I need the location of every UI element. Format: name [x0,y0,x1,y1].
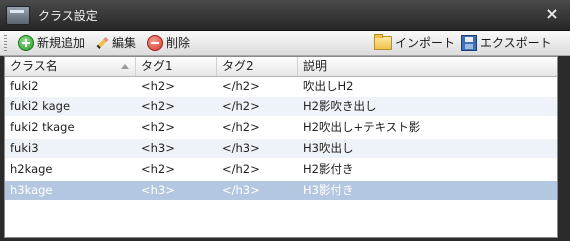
import-button-label: インポート [395,36,456,50]
column-header-tag1[interactable]: タグ1 [136,57,217,76]
table-row-selected[interactable]: h3kage <h3> </h3> H3影付き [5,181,557,200]
column-header-label: タグ1 [141,59,173,73]
edit-button-label: 編集 [112,36,137,50]
cell-tag2: </h2> [222,162,260,176]
cell-tag1: <h3> [141,183,175,197]
column-header-label: クラス名 [10,59,58,73]
cell-tag2: </h2> [222,99,260,113]
app-icon [6,6,30,25]
export-button[interactable]: エクスポート [461,33,552,53]
cell-description: 吹出しH2 [303,79,354,93]
cell-tag2: </h2> [222,79,260,93]
cell-tag1: <h2> [141,120,175,134]
cell-description: H2影付き [303,162,354,176]
delete-button-label: 削除 [166,36,191,50]
class-table: クラス名 タグ1 タグ2 説明 fuki2 <h2> </h2> 吹出しH2 f… [4,56,558,238]
cell-class-name: fuki3 [10,141,39,155]
sort-ascending-icon [121,64,129,69]
cell-description: H3吹出し [303,141,354,155]
cell-description: H3影付き [303,183,354,197]
column-header-label: 説明 [303,59,328,73]
delete-button[interactable]: 削除 [147,33,190,53]
column-header-label: タグ2 [222,59,254,73]
edit-button[interactable]: 編集 [95,33,136,53]
cell-description: H2吹出し+テキスト影 [303,120,421,134]
cell-class-name: h2kage [10,162,53,176]
window-edge [558,56,570,241]
cell-tag1: <h2> [141,79,175,93]
table-header: クラス名 タグ1 タグ2 説明 [5,57,557,77]
cell-class-name: h3kage [10,183,53,197]
folder-icon [374,34,392,50]
column-header-description[interactable]: 説明 [298,57,557,76]
cell-tag1: <h3> [141,141,175,155]
save-disk-icon [461,35,477,51]
new-button[interactable]: 新規追加 [18,33,85,53]
table-row[interactable]: fuki2 tkage <h2> </h2> H2吹出し+テキスト影 [5,118,557,137]
cell-description: H2影吹き出し [303,99,377,113]
table-row[interactable]: fuki3 <h3> </h3> H3吹出し [5,139,557,158]
toolbar: 新規追加 編集 削除 インポート エクスポート [0,31,570,56]
window-title: クラス設定 [38,9,98,23]
import-button[interactable]: インポート [374,33,455,53]
new-button-label: 新規追加 [37,36,86,50]
table-row[interactable]: fuki2 <h2> </h2> 吹出しH2 [5,77,557,96]
cell-class-name: fuki2 tkage [10,120,75,134]
export-button-label: エクスポート [480,36,552,50]
delete-icon [147,35,163,51]
cell-tag2: </h2> [222,120,260,134]
table-row[interactable]: fuki2 kage <h2> </h2> H2影吹き出し [5,97,557,116]
pencil-icon [95,36,109,50]
toolbar-grip[interactable] [4,35,7,51]
cell-class-name: fuki2 kage [10,99,71,113]
column-header-tag2[interactable]: タグ2 [217,57,298,76]
cell-tag2: </h3> [222,141,260,155]
column-header-class-name[interactable]: クラス名 [5,57,136,76]
cell-class-name: fuki2 [10,79,39,93]
add-icon [18,35,34,51]
close-icon[interactable]: × [544,5,560,23]
cell-tag1: <h2> [141,162,175,176]
cell-tag1: <h2> [141,99,175,113]
title-bar: クラス設定 × [0,0,570,31]
cell-tag2: </h3> [222,183,260,197]
table-row[interactable]: h2kage <h2> </h2> H2影付き [5,160,557,179]
